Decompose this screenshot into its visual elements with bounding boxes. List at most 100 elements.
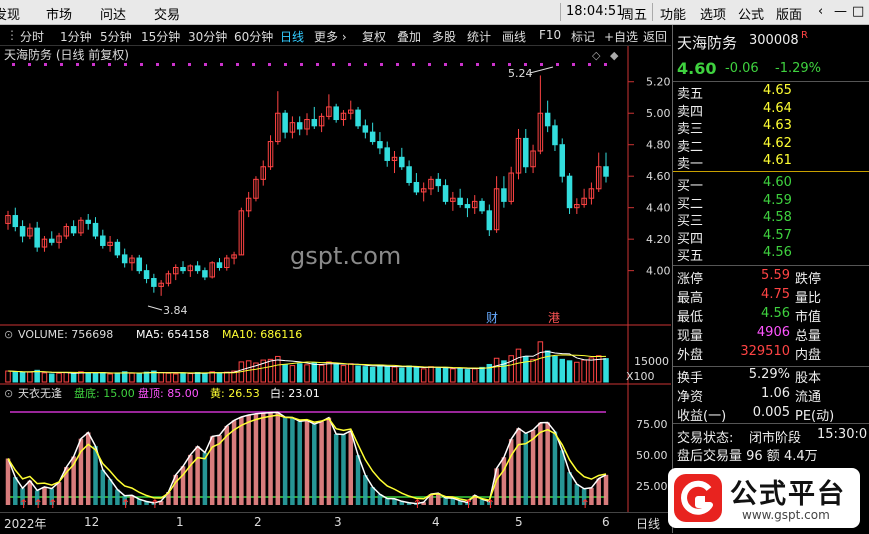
period-tab-5min[interactable]: 5分钟	[100, 28, 132, 45]
menu-wenda[interactable]: 问达	[100, 4, 126, 23]
divider	[673, 171, 869, 172]
tool-fuquan[interactable]: 复权	[362, 28, 386, 45]
fundamental-label-right: 股本	[795, 371, 822, 386]
menu-function[interactable]: 功能	[660, 4, 686, 23]
hk-connect-marker[interactable]: 港	[548, 311, 560, 325]
date-label: 5	[515, 515, 523, 529]
volume-bar	[311, 362, 318, 383]
menu-trade[interactable]: 交易	[154, 4, 180, 23]
volume-bar	[172, 373, 179, 383]
back-arrow-icon[interactable]: ‹	[818, 4, 823, 19]
volume-bar	[515, 348, 522, 383]
volume-bar	[165, 372, 172, 383]
tool-back[interactable]: 返回	[643, 28, 667, 45]
ask-row-value[interactable]: 4.64	[763, 101, 792, 116]
buy-arrow-icon: ↑	[485, 497, 495, 511]
volume-bar	[333, 363, 339, 383]
period-tab-daily[interactable]: 日线	[280, 28, 304, 45]
indicator-bar	[5, 458, 11, 505]
tool-mark[interactable]: 标记	[571, 28, 595, 45]
volume-bar	[384, 365, 390, 383]
menu-market[interactable]: 市场	[46, 4, 72, 23]
bid-row-label: 买一	[677, 179, 704, 194]
candle-body	[296, 122, 303, 130]
signal-dot	[524, 63, 527, 66]
volume-bars	[5, 341, 609, 383]
indicator-bar	[312, 424, 317, 505]
bid-row-value[interactable]: 4.60	[763, 175, 792, 190]
stat-label-right: 量比	[795, 291, 822, 306]
menu-formula[interactable]: 公式	[738, 4, 764, 23]
candle-body	[442, 185, 449, 202]
buy-arrow-icon: ↑	[150, 497, 160, 511]
tool-draw-line[interactable]: 画线	[502, 28, 526, 45]
fundamental-label: 收益(一)	[677, 409, 727, 424]
period-tab-30min[interactable]: 30分钟	[188, 28, 227, 45]
ask-row-value[interactable]: 4.65	[763, 83, 792, 98]
signal-dot	[444, 63, 447, 66]
trade-status: 闭市阶段	[749, 431, 802, 446]
maximize-icon[interactable]: □	[852, 4, 864, 19]
trade-time: 15:30:0	[817, 427, 868, 442]
period-tab-fenshi[interactable]: 分时	[20, 28, 44, 45]
vol-ma10-label: MA10: 686116	[222, 328, 302, 341]
indicator-bar	[100, 469, 106, 505]
candle-body	[355, 109, 361, 127]
tool-f10[interactable]: F10	[539, 28, 561, 42]
volume-bar	[471, 368, 478, 383]
indicator-bar	[217, 435, 222, 505]
collapse-icon[interactable]: ⊙	[4, 387, 13, 400]
fundamental-value: 1.06	[761, 386, 790, 401]
collapse-icon[interactable]: ⊙	[4, 328, 13, 341]
top-menu-bar: 发现 市场 问达 交易 18:04:51 周五 功能 选项 公式 版面 ‹ — …	[0, 0, 869, 25]
bid-row-value[interactable]: 4.56	[763, 245, 792, 260]
signal-dot	[300, 63, 303, 66]
candle-body	[523, 137, 529, 168]
candle-body	[413, 181, 420, 193]
volume-bar	[413, 366, 420, 383]
menu-options[interactable]: 选项	[700, 4, 726, 23]
bid-row-value[interactable]: 4.58	[763, 210, 792, 225]
signal-dot	[284, 63, 287, 66]
menu-layout[interactable]: 版面	[776, 4, 802, 23]
signal-dot	[604, 63, 607, 66]
tool-overlay[interactable]: 叠加	[397, 28, 421, 45]
minimize-icon[interactable]: —	[834, 4, 847, 19]
period-tab-1min[interactable]: 1分钟	[60, 28, 92, 45]
volume-bar	[479, 366, 485, 383]
signal-dot	[188, 63, 191, 66]
bid-row-value[interactable]: 4.59	[763, 193, 792, 208]
period-tab-60min[interactable]: 60分钟	[234, 28, 273, 45]
volume-bar	[216, 372, 223, 383]
tool-statistics[interactable]: 统计	[467, 28, 491, 45]
kline-chart[interactable]: 天海防务 (日线 前复权) ◇ ◆ 5.20 5.00 4.80 4.60 4.40 4.…	[0, 46, 671, 512]
tool-multi-stock[interactable]: 多股	[432, 28, 456, 45]
fundamental-label: 净资	[677, 390, 704, 405]
bid-row-label: 买四	[677, 231, 704, 247]
ask-row-value[interactable]: 4.62	[763, 136, 792, 151]
date-axis: 2022年 12 1 2 3 4 5 6 日线	[0, 512, 671, 534]
date-label: 3	[334, 515, 342, 529]
price-axis-label: 4.80	[646, 139, 671, 152]
candle-body	[70, 226, 77, 234]
menu-discover[interactable]: 发现	[0, 4, 20, 23]
volume-bar	[282, 363, 288, 383]
period-more-dropdown[interactable]: 更多 ›	[314, 28, 347, 45]
period-indicator[interactable]: 日线	[636, 515, 660, 532]
options-icon[interactable]: ◆	[610, 49, 619, 62]
diamond-icon[interactable]: ◇	[592, 49, 601, 62]
ask-row-value[interactable]: 4.63	[763, 118, 792, 133]
signal-dot	[588, 63, 591, 66]
indicator-bar	[501, 457, 507, 505]
price-axis-label: 4.00	[646, 265, 671, 278]
bid-row-value[interactable]: 4.57	[763, 228, 792, 243]
indicator-bar	[231, 420, 237, 505]
ask-row-value[interactable]: 4.61	[763, 153, 792, 168]
volume-bar	[369, 366, 376, 383]
period-tab-15min[interactable]: 15分钟	[141, 28, 180, 45]
signal-dot	[220, 63, 223, 66]
tool-add-watchlist[interactable]: +自选	[604, 28, 638, 45]
volume-bar	[574, 361, 580, 383]
candle-body	[48, 238, 55, 243]
finance-event-marker[interactable]: 财	[486, 311, 498, 325]
